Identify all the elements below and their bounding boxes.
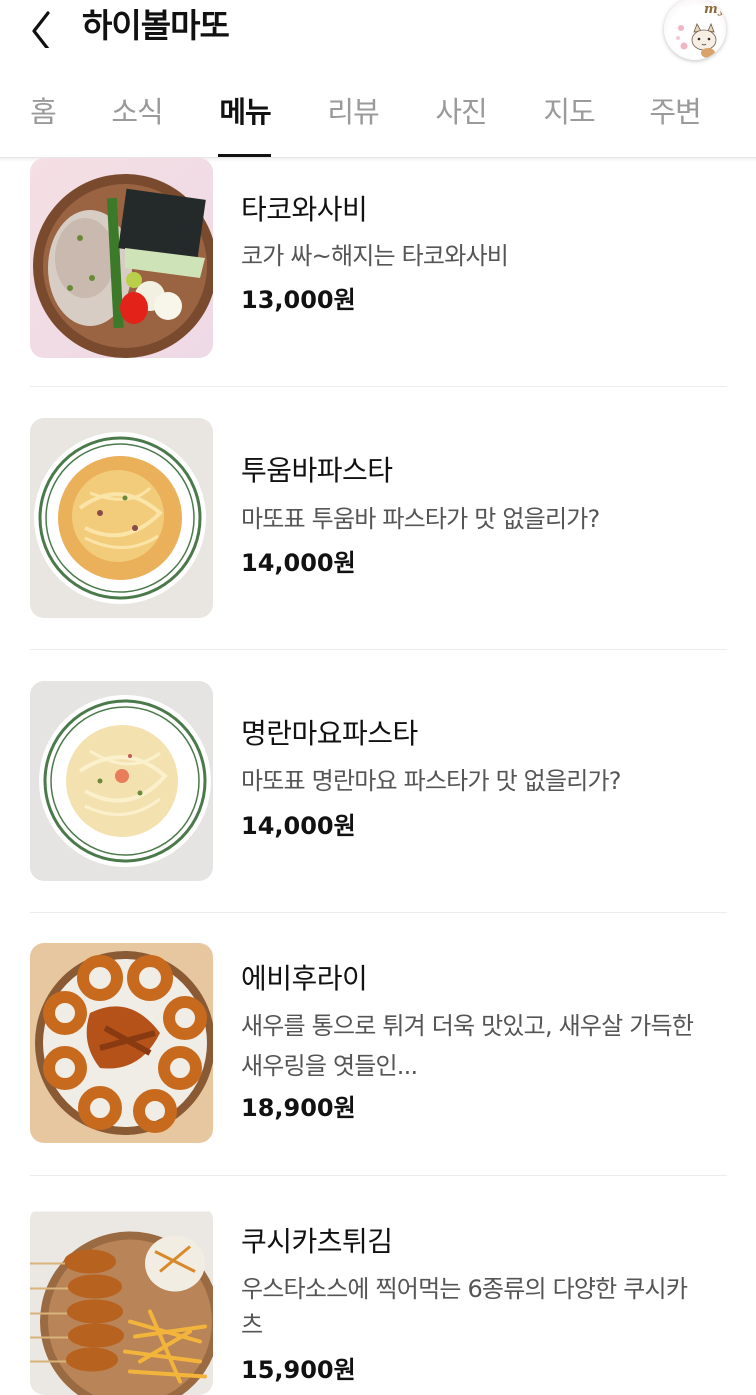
menu-item-name: 쿠시카츠튀김 [241, 1225, 393, 1258]
toowoomba-pasta-dish-image [30, 418, 213, 618]
menu-item-price: 18,900원 [241, 1094, 356, 1122]
menu-item-photo [30, 158, 213, 358]
menu-item-description: 새우를 통으로 튀겨 더욱 맛있고, 새우살 가득한 [241, 1012, 694, 1040]
tab-bar: 홈 소식 메뉴 리뷰 사진 지도 주변 [0, 80, 756, 158]
top-bar: 하이볼마또 my [0, 0, 756, 62]
menu-item-description: 코가 싸~해지는 타코와사비 [241, 242, 509, 270]
menu-item-toowoomba-pasta[interactable]: 투움바파스타 마또표 투움바 파스타가 맛 없을리가? 14,000원 [0, 387, 756, 649]
tab-reviews[interactable]: 리뷰 [324, 92, 382, 132]
menu-item-kushikatsu[interactable]: 쿠시카츠튀김 우스타소스에 찍어먹는 6종류의 다양한 쿠시카 츠 15,900… [0, 1176, 756, 1395]
menu-item-description: 우스타소스에 찍어먹는 6종류의 다양한 쿠시카 [241, 1275, 688, 1303]
chevron-left-icon [32, 11, 50, 51]
tab-news[interactable]: 소식 [108, 92, 166, 132]
menu-item-tako-wasabi[interactable]: 타코와사비 코가 싸~해지는 타코와사비 13,000원 [0, 156, 756, 386]
menu-item-description-line2: 새우링을 엿들인... [241, 1052, 418, 1080]
menu-item-description-line2: 츠 [241, 1311, 263, 1339]
menu-item-price: 14,000원 [241, 812, 356, 840]
tab-menu[interactable]: 메뉴 [216, 92, 274, 132]
menu-item-name: 타코와사비 [241, 193, 368, 226]
tako-wasabi-dish-image [30, 158, 213, 358]
avatar-text: my [704, 2, 726, 17]
app-screen: 하이볼마또 my 홈 소식 메뉴 리뷰 사진 지도 주변 타코와사비 코가 싸~… [0, 0, 756, 1395]
myeongran-mayo-pasta-dish-image [30, 681, 213, 881]
menu-item-myeongran-mayo-pasta[interactable]: 명란마요파스타 마또표 명란마요 파스타가 맛 없을리가? 14,000원 [0, 650, 756, 912]
cat-character-icon: my [676, 2, 726, 58]
page-title: 하이볼마또 [82, 6, 230, 45]
menu-item-name: 명란마요파스타 [241, 717, 418, 750]
tab-photos[interactable]: 사진 [432, 92, 490, 132]
menu-item-name: 에비후라이 [241, 962, 368, 995]
menu-item-price: 15,900원 [241, 1356, 356, 1384]
tab-home[interactable]: 홈 [28, 92, 58, 132]
menu-item-photo [30, 418, 213, 618]
menu-item-description: 마또표 투움바 파스타가 맛 없을리가? [241, 505, 600, 533]
menu-item-ebi-fry[interactable]: 에비후라이 새우를 통으로 튀겨 더욱 맛있고, 새우살 가득한 새우링을 엿들… [0, 913, 756, 1175]
menu-item-description: 마또표 명란마요 파스타가 맛 없을리가? [241, 767, 622, 795]
menu-item-photo [30, 1206, 213, 1395]
menu-item-name: 투움바파스타 [241, 454, 393, 487]
back-button[interactable] [22, 6, 62, 51]
profile-avatar[interactable]: my [664, 0, 726, 60]
kushikatsu-dish-image [30, 1211, 213, 1395]
ebi-fry-dish-image [30, 943, 213, 1143]
menu-item-photo [30, 681, 213, 881]
tab-map[interactable]: 지도 [540, 92, 598, 132]
menu-item-photo [30, 943, 213, 1143]
tab-nearby[interactable]: 주변 [646, 92, 704, 132]
menu-item-price: 13,000원 [241, 286, 356, 314]
menu-item-price: 14,000원 [241, 549, 356, 577]
